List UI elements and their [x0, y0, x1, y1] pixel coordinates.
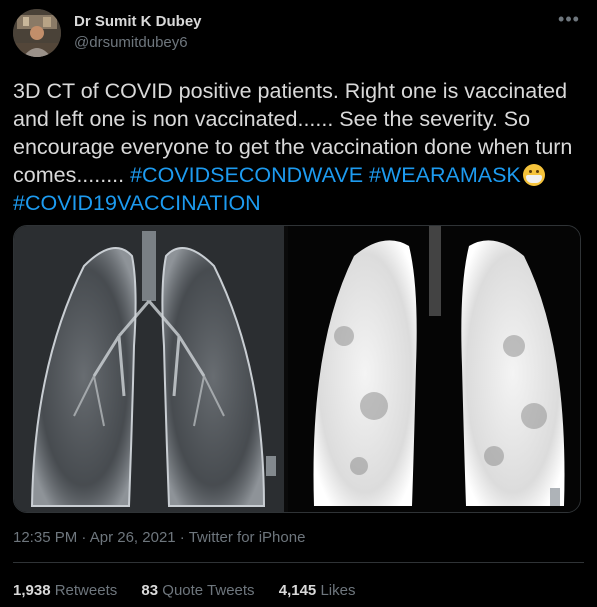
avatar[interactable] — [13, 9, 61, 57]
hashtag-covidsecondwave[interactable]: #COVIDSECONDWAVE — [130, 163, 363, 187]
likes-label: Likes — [320, 582, 356, 599]
hashtag-wearamask[interactable]: #WEARAMASK — [369, 163, 521, 187]
tweet-time[interactable]: 12:35 PM — [13, 529, 77, 546]
tweet-text: 3D CT of COVID positive patients. Right … — [13, 77, 583, 217]
tweet: Dr Sumit K Dubey @drsumitdubey6 ••• 3D C… — [0, 0, 597, 607]
face-with-medical-mask-icon — [522, 164, 545, 186]
quote-tweets-count: 83 — [141, 582, 159, 599]
more-options-icon[interactable]: ••• — [554, 10, 584, 32]
tweet-stats: 1,938 Retweets 83 Quote Tweets 4,145 Lik… — [13, 582, 375, 599]
likes-count: 4,145 — [278, 582, 317, 599]
tweet-date[interactable]: Apr 26, 2021 — [90, 529, 176, 546]
meta-separator: · — [175, 529, 189, 546]
tweet-source[interactable]: Twitter for iPhone — [189, 529, 306, 546]
hashtag-covid19vaccination[interactable]: #COVID19VACCINATION — [13, 191, 261, 215]
quote-tweets-stat[interactable]: 83 Quote Tweets — [141, 582, 254, 599]
retweets-label: Retweets — [54, 582, 118, 599]
ct-scan-image[interactable] — [13, 225, 581, 513]
likes-stat[interactable]: 4,145 Likes — [279, 582, 356, 599]
divider — [13, 562, 584, 563]
quote-tweets-label: Quote Tweets — [162, 582, 255, 599]
author-name[interactable]: Dr Sumit K Dubey — [74, 13, 202, 30]
retweets-stat[interactable]: 1,938 Retweets — [13, 582, 117, 599]
author-handle[interactable]: @drsumitdubey6 — [74, 34, 188, 51]
meta-separator: · — [77, 529, 90, 546]
retweets-count: 1,938 — [13, 582, 51, 599]
tweet-meta: 12:35 PM · Apr 26, 2021 · Twitter for iP… — [13, 529, 305, 546]
